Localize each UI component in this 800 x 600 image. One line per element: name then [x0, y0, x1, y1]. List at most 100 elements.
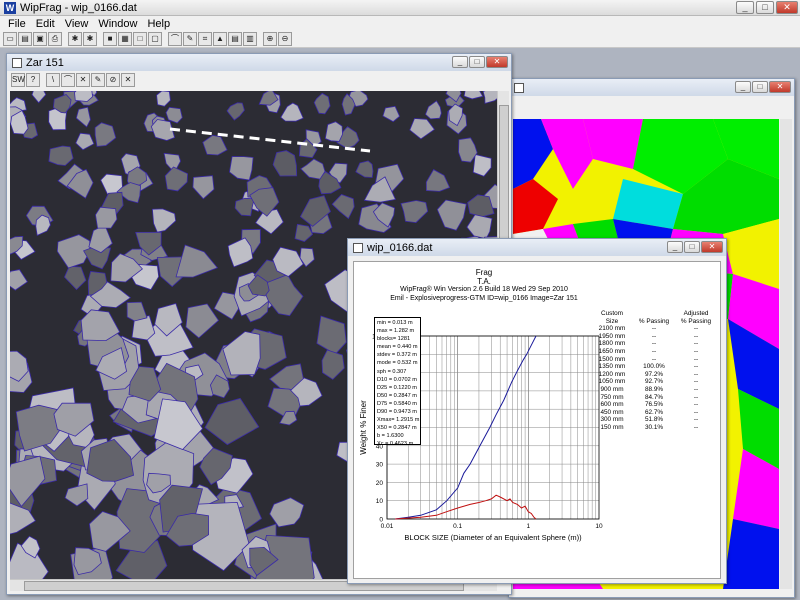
maximize-button[interactable]: □ [684, 241, 700, 253]
analyze-icon[interactable]: ▲ [213, 32, 227, 46]
table-cell: 750 mm [600, 393, 624, 401]
passing-table-header: Size % Passing % Passing [591, 318, 719, 326]
table-cell: 62.7% [644, 408, 664, 416]
table-cell: 100.0% [643, 363, 665, 371]
stat-line: D25 = 0.1220 m [377, 384, 417, 391]
sw-tool-button[interactable]: SW [11, 73, 25, 87]
app-titlebar: W WipFrag - wip_0166.dat _ □ ✕ [0, 0, 800, 16]
line-tool-button[interactable]: \ [46, 73, 60, 87]
minimize-button[interactable]: _ [736, 1, 754, 14]
grid-icon[interactable]: □ [133, 32, 147, 46]
table-cell: 88.9% [644, 385, 664, 393]
table-cell: -- [693, 416, 699, 424]
report-icon[interactable]: ▤ [228, 32, 242, 46]
header-blank [633, 310, 675, 318]
chart-window-icon [353, 242, 363, 253]
clear-tool-button[interactable]: ✕ [121, 73, 135, 87]
stat-line: stdev = 0.372 m [377, 352, 417, 359]
x-axis-label: BLOCK SIZE (Diameter of an Equivalent Sp… [404, 533, 582, 542]
minimize-button[interactable]: _ [667, 241, 683, 253]
zoom-icon[interactable]: ✱ [68, 32, 82, 46]
erase-tool-button[interactable]: ⊘ [106, 73, 120, 87]
new-icon[interactable]: ▭ [3, 32, 17, 46]
passing-table-row: 300 mm 51.8% -- [591, 416, 719, 424]
edit-tool-button[interactable]: ✎ [91, 73, 105, 87]
menu-file[interactable]: File [3, 18, 31, 30]
close-button[interactable]: ✕ [769, 81, 791, 93]
minimize-button[interactable]: _ [452, 56, 468, 68]
open-icon[interactable]: ▤ [18, 32, 32, 46]
print-icon[interactable]: ⎙ [48, 32, 62, 46]
stat-line: blocks= 1281 [377, 336, 411, 343]
passing-table-header: Custom Adjusted [591, 310, 719, 318]
graph-body: Frag T.A. WipFrag® Win Version 2.6 Build… [353, 261, 721, 579]
menu-help[interactable]: Help [142, 18, 175, 30]
zoom-out-icon[interactable]: ⊖ [278, 32, 292, 46]
curve-tool-button[interactable]: ⌒ [61, 73, 75, 87]
color-window-vertical-scrollbar[interactable] [780, 119, 792, 589]
zoom-in-icon[interactable]: ⊕ [263, 32, 277, 46]
table-cell: -- [693, 363, 699, 371]
maximize-button[interactable]: □ [756, 1, 774, 14]
header-adjusted-passing: % Passing [680, 317, 712, 325]
save-icon[interactable]: ▣ [33, 32, 47, 46]
menu-window[interactable]: Window [93, 18, 142, 30]
table-cell: 76.5% [644, 401, 664, 409]
window-icon [514, 82, 524, 93]
minimize-button[interactable]: _ [735, 81, 751, 93]
passing-table: Custom Adjusted Size % Passing % Passing… [591, 310, 719, 432]
draw-icon[interactable]: ⌒ [168, 32, 182, 46]
header-adjusted: Adjusted [683, 310, 709, 317]
close-button[interactable]: ✕ [701, 241, 723, 253]
color-window-titlebar[interactable]: _ □ ✕ [509, 79, 794, 96]
image-window-titlebar[interactable]: Zar 151 _ □ ✕ [7, 54, 511, 71]
passing-table-row: 1200 mm 97.2% -- [591, 371, 719, 379]
stat-line: D50 = 0.2847 m [377, 392, 417, 399]
rock-fragment [324, 121, 343, 142]
table-cell: 30.1% [644, 423, 664, 431]
menu-view[interactable]: View [60, 18, 94, 30]
rect-icon[interactable]: ■ [103, 32, 117, 46]
maximize-button[interactable]: □ [752, 81, 768, 93]
table-cell: -- [651, 355, 657, 363]
image-window-title: Zar 151 [26, 56, 64, 69]
graph-window-titlebar[interactable]: wip_0166.dat _ □ ✕ [348, 239, 726, 256]
table-cell: -- [693, 347, 699, 355]
select-icon[interactable]: ▢ [148, 32, 162, 46]
graph-window[interactable]: wip_0166.dat _ □ ✕ Frag T.A. WipFrag® Wi… [347, 238, 727, 584]
header-passing: % Passing [638, 317, 670, 325]
passing-table-row: 900 mm 88.9% -- [591, 386, 719, 394]
menu-bar: File Edit View Window Help [0, 16, 800, 31]
table-cell: -- [693, 332, 699, 340]
image-icon[interactable]: ▦ [118, 32, 132, 46]
app-logo-icon: W [4, 1, 16, 14]
table-cell: 900 mm [600, 385, 624, 393]
stat-line: mode = 0.532 m [377, 360, 418, 367]
passing-table-row: 1650 mm -- -- [591, 348, 719, 356]
net-icon[interactable]: ⌗ [198, 32, 212, 46]
maximize-button[interactable]: □ [469, 56, 485, 68]
stat-line: Xc = 0.4623 m [377, 441, 414, 448]
close-button[interactable]: ✕ [486, 56, 508, 68]
table-cell: -- [693, 340, 699, 348]
table-cell: -- [651, 332, 657, 340]
edit-icon[interactable]: ✎ [183, 32, 197, 46]
passing-table-row: 1800 mm -- -- [591, 340, 719, 348]
close-button[interactable]: ✕ [776, 1, 798, 14]
main-toolbar: ▭ ▤ ▣ ⎙ ✱ ✱ ■ ▦ □ ▢ ⌒ ✎ ⌗ ▲ ▤ ▥ ⊕ ⊖ [0, 31, 800, 48]
table-cell: -- [693, 378, 699, 386]
menu-edit[interactable]: Edit [31, 18, 60, 30]
mdi-workspace: _ □ ✕ Zar 151 _ □ ✕ SW ? \ ⌒ ✕ ✎ ⊘ ✕ wip… [0, 48, 800, 600]
table-cell: -- [693, 408, 699, 416]
passing-table-row: 450 mm 62.7% -- [591, 409, 719, 417]
delete-line-tool-button[interactable]: ✕ [76, 73, 90, 87]
table-cell: -- [693, 393, 699, 401]
help-tool-button[interactable]: ? [26, 73, 40, 87]
chart-icon[interactable]: ▥ [243, 32, 257, 46]
app-title: WipFrag - wip_0166.dat [20, 1, 137, 14]
image-window-controls: _ □ ✕ [452, 56, 508, 68]
table-cell: 1950 mm [598, 332, 626, 340]
table-cell: 1800 mm [598, 340, 626, 348]
tool-icon[interactable]: ✱ [83, 32, 97, 46]
passing-table-row: 1950 mm -- -- [591, 333, 719, 341]
